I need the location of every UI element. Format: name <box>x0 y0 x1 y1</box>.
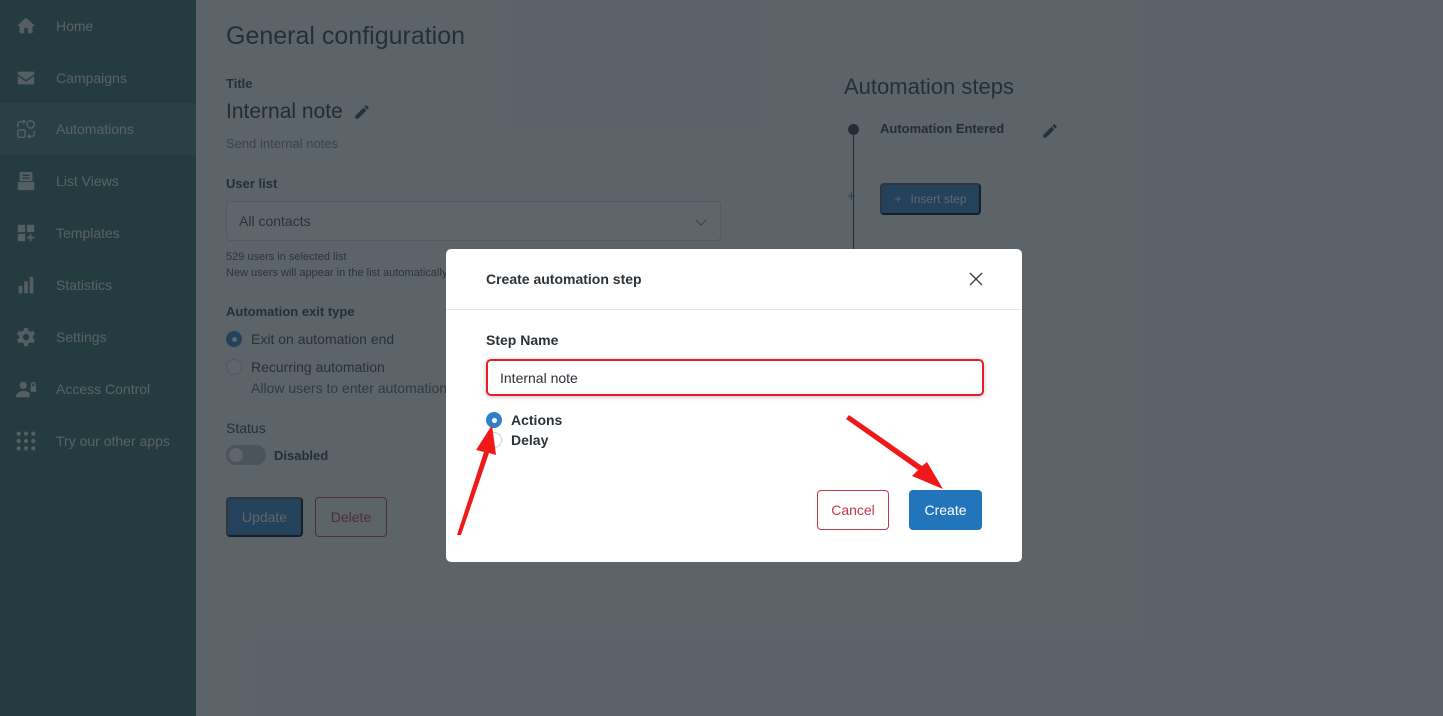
step-name-label: Step Name <box>486 332 559 348</box>
step-name-input[interactable] <box>486 359 984 396</box>
radio-unselected[interactable] <box>486 432 502 448</box>
create-button[interactable]: Create <box>909 490 982 530</box>
modal-title: Create automation step <box>486 271 642 287</box>
type-option-delay[interactable]: Delay <box>486 432 548 448</box>
cancel-button[interactable]: Cancel <box>817 490 889 530</box>
radio-selected[interactable] <box>486 412 502 428</box>
modal-header: Create automation step <box>446 249 1022 310</box>
type-option-actions[interactable]: Actions <box>486 412 562 428</box>
close-icon[interactable] <box>966 269 986 289</box>
create-step-modal: Create automation step Step Name Actions… <box>446 249 1022 562</box>
type-option-label: Delay <box>511 432 549 448</box>
type-option-label: Actions <box>511 412 563 428</box>
